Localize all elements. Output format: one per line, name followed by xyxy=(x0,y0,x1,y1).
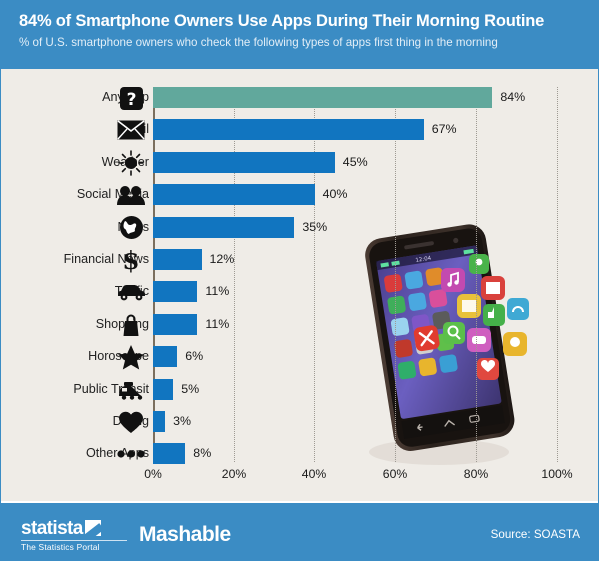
bar-any-app xyxy=(153,87,493,108)
table-row: Traffic 11% xyxy=(1,279,598,313)
star-icon xyxy=(114,344,148,370)
bar-traffic xyxy=(153,281,198,303)
x-tick-20: 20% xyxy=(221,467,247,481)
x-tick-80: 80% xyxy=(463,467,489,481)
bar-shopping xyxy=(153,313,198,335)
bar-financial-news xyxy=(153,248,202,270)
bar-value-weather: 45% xyxy=(342,154,368,169)
x-axis: 0% 20% 40% 60% 80% 100% xyxy=(1,467,598,487)
statista-wordmark: statista xyxy=(21,518,83,539)
table-row: Dating 3% xyxy=(1,409,598,443)
question-mark-icon: ? xyxy=(114,85,148,111)
table-row: Weather 45% xyxy=(1,149,598,184)
statista-tagline: The Statistics Portal xyxy=(21,540,127,553)
people-icon xyxy=(114,182,148,208)
bar-value-shopping: 11% xyxy=(205,316,230,331)
sun-icon xyxy=(114,149,148,176)
footer-bar: statista The Statistics Portal Mashable … xyxy=(1,501,598,560)
ellipsis-icon xyxy=(114,441,148,467)
table-row: Email 67% xyxy=(1,117,598,151)
bar-weather xyxy=(153,151,335,173)
globe-icon xyxy=(114,215,148,241)
bar-value-horoscope: 6% xyxy=(185,349,204,364)
bar-social-media xyxy=(153,184,315,206)
bar-dating xyxy=(153,410,166,432)
bar-public-transit xyxy=(153,378,174,400)
bar-email xyxy=(153,119,424,141)
shopping-bag-icon xyxy=(114,312,148,338)
car-icon xyxy=(114,279,148,305)
x-tick-40: 40% xyxy=(301,467,327,481)
table-row: Any App ? 84% xyxy=(1,85,598,119)
envelope-icon xyxy=(114,117,148,143)
table-row: News 35% xyxy=(1,215,598,249)
bar-value-dating: 3% xyxy=(173,413,192,428)
page-subtitle: % of U.S. smartphone owners who check th… xyxy=(19,36,498,49)
table-row: Financial News $ 12% xyxy=(1,247,598,281)
table-row: Horoscope 6% xyxy=(1,344,598,378)
train-icon xyxy=(114,377,148,403)
chart-area: 12:04 Any ? 84% 67% 45% Social Media 40%… xyxy=(1,69,598,499)
source-label: Source: SOASTA xyxy=(490,528,580,541)
bar-value-news: 35% xyxy=(302,219,328,234)
bar-value-financial-news: 12% xyxy=(209,251,235,266)
bar-other-apps xyxy=(153,443,186,465)
bar-value-traffic: 11% xyxy=(205,284,230,299)
page-title: 84% of Smartphone Owners Use Apps During… xyxy=(19,12,545,30)
statista-mark-icon xyxy=(84,520,101,536)
dollar-sign-icon: $ xyxy=(114,247,148,273)
bar-value-social-media: 40% xyxy=(322,187,348,202)
bar-value-any-app: 84% xyxy=(500,90,526,104)
table-row: Public Transit 5% xyxy=(1,377,598,411)
svg-text:?: ? xyxy=(126,90,136,110)
svg-text:$: $ xyxy=(122,247,139,273)
x-tick-100: 100% xyxy=(541,467,573,481)
bar-value-email: 67% xyxy=(431,122,457,137)
bar-rows: Any App ? 84% Email 67% Weather xyxy=(1,85,598,476)
x-tick-0: 0% xyxy=(144,467,162,481)
infographic-container: 84% of Smartphone Owners Use Apps During… xyxy=(0,0,599,561)
heart-icon xyxy=(114,409,148,435)
bar-value-public-transit: 5% xyxy=(181,381,200,396)
header-banner: 84% of Smartphone Owners Use Apps During… xyxy=(1,1,598,69)
statista-logo[interactable]: statista The Statistics Portal xyxy=(21,519,127,553)
bar-value-other-apps: 8% xyxy=(193,446,212,461)
table-row: Social Media 40% xyxy=(1,182,598,216)
table-row: Shopping 11% xyxy=(1,312,598,346)
mashable-logo[interactable]: Mashable xyxy=(139,523,231,547)
x-tick-60: 60% xyxy=(382,467,408,481)
bar-news xyxy=(153,216,295,238)
bar-horoscope xyxy=(153,346,178,368)
